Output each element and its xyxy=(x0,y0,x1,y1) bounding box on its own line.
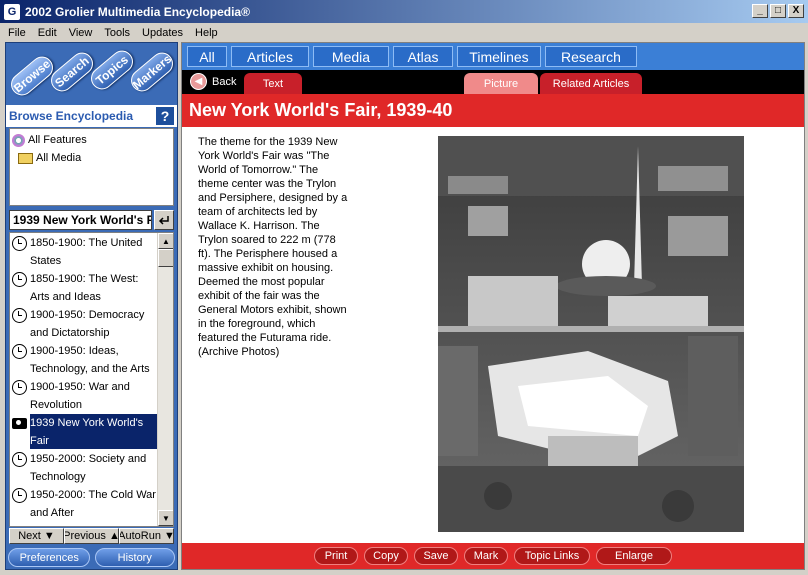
enlarge-button[interactable]: Enlarge xyxy=(596,547,672,565)
list-item-label: 1850-1900: The United States xyxy=(30,237,143,267)
nav-atlas[interactable]: Atlas xyxy=(393,46,453,67)
window-title: 2002 Grolier Multimedia Encyclopedia® xyxy=(25,4,250,19)
list-item[interactable]: 1850-1900: The West: Arts and Ideas xyxy=(10,269,158,305)
previous-button[interactable]: Previous ▲ xyxy=(64,528,119,544)
nav-research[interactable]: Research xyxy=(545,46,637,67)
list-item[interactable]: 1939 New York World's Fair xyxy=(10,413,158,449)
folder-icon xyxy=(18,152,33,164)
copy-button[interactable]: Copy xyxy=(364,547,408,565)
sidebar-bottom-buttons: Preferences History xyxy=(6,548,177,568)
clock-icon xyxy=(12,488,27,503)
list-item-label: 1900-1950: War and Revolution xyxy=(30,381,130,411)
list-item[interactable]: 1900-1950: Ideas, Technology, and the Ar… xyxy=(10,341,158,377)
back-button[interactable]: ◀ Back xyxy=(190,73,236,90)
minimize-button[interactable]: _ xyxy=(752,4,768,18)
menu-file[interactable]: File xyxy=(2,27,32,39)
menu-updates[interactable]: Updates xyxy=(136,27,189,39)
list-scrollbar[interactable]: ▲ ▼ xyxy=(157,233,173,526)
print-button[interactable]: Print xyxy=(314,547,358,565)
app-icon: G xyxy=(4,3,20,20)
feature-tree: All Features All Media xyxy=(9,128,174,206)
sidebar: Browse Search Topics Markers Browse Ency… xyxy=(5,42,178,570)
enter-icon xyxy=(158,216,169,225)
list-item[interactable]: 1850-1900: The United States xyxy=(10,233,158,269)
mark-button[interactable]: Mark xyxy=(464,547,508,565)
preferences-button[interactable]: Preferences xyxy=(8,548,91,567)
next-button[interactable]: Next ▼ xyxy=(9,528,64,544)
tree-item-all-features[interactable]: All Features xyxy=(12,131,171,149)
article-title: New York World's Fair, 1939-40 xyxy=(182,94,804,127)
scroll-thumb[interactable] xyxy=(158,249,173,267)
action-bar: Print Copy Save Mark Topic Links Enlarge xyxy=(182,543,804,569)
clock-icon xyxy=(12,344,27,359)
list-item-label: 1939 New York World's Fair xyxy=(30,414,158,449)
clock-icon xyxy=(12,380,27,395)
window-titlebar: G 2002 Grolier Multimedia Encyclopedia® … xyxy=(0,0,808,23)
nav-articles[interactable]: Articles xyxy=(231,46,309,67)
list-item[interactable]: 1900-1950: War and Revolution xyxy=(10,377,158,413)
camera-icon xyxy=(12,418,27,429)
save-button[interactable]: Save xyxy=(414,547,458,565)
nav-all[interactable]: All xyxy=(187,46,227,67)
autorun-button[interactable]: AutoRun ▼ xyxy=(119,528,174,544)
clock-icon xyxy=(12,272,27,287)
list-item-label: 1900-1950: Democracy and Dictatorship xyxy=(30,309,145,339)
browse-header-label: Browse Encyclopedia xyxy=(9,109,134,123)
list-item-label: 1950-2000: The Cold War and After xyxy=(30,489,156,519)
cd-icon xyxy=(12,133,25,147)
sidebar-nav-tabs: Browse Search Topics Markers xyxy=(6,43,178,105)
scroll-up-arrow[interactable]: ▲ xyxy=(158,233,173,249)
topic-links-button[interactable]: Topic Links xyxy=(514,547,590,565)
menu-view[interactable]: View xyxy=(63,27,99,39)
picture-caption: The theme for the 1939 New York World's … xyxy=(198,136,348,358)
list-item[interactable]: 1950-2000: Society and Technology xyxy=(10,449,158,485)
help-button[interactable]: ? xyxy=(155,106,175,126)
worlds-fair-photo xyxy=(438,136,744,532)
clock-icon xyxy=(12,308,27,323)
tab-topics[interactable]: Topics xyxy=(86,46,138,94)
back-arrow-icon: ◀ xyxy=(190,73,207,90)
tab-text[interactable]: Text xyxy=(244,73,302,94)
clock-icon xyxy=(12,452,27,467)
history-button[interactable]: History xyxy=(94,548,175,567)
list-item-label: 1950-2000: Society and Technology xyxy=(30,453,147,483)
tab-search[interactable]: Search xyxy=(46,48,98,96)
menu-bar: File Edit View Tools Updates Help xyxy=(0,23,808,42)
list-pager: Next ▼ Previous ▲ AutoRun ▼ xyxy=(9,528,174,544)
menu-help[interactable]: Help xyxy=(189,27,224,39)
main-panel: All Articles Media Atlas Timelines Resea… xyxy=(181,42,805,570)
tab-picture[interactable]: Picture xyxy=(464,73,538,94)
top-nav: All Articles Media Atlas Timelines Resea… xyxy=(182,43,804,70)
article-tabs-bar: ◀ Back Text Picture Related Articles xyxy=(182,70,804,94)
menu-edit[interactable]: Edit xyxy=(32,27,63,39)
close-button[interactable]: X xyxy=(788,4,804,18)
scroll-down-arrow[interactable]: ▼ xyxy=(158,510,173,526)
nav-timelines[interactable]: Timelines xyxy=(457,46,541,67)
browse-header: Browse Encyclopedia ? xyxy=(6,105,177,127)
list-item-label: 1850-1900: The West: Arts and Ideas xyxy=(30,273,139,303)
tree-item-all-media[interactable]: All Media xyxy=(12,149,171,167)
list-item[interactable]: 1900-1950: Democracy and Dictatorship xyxy=(10,305,158,341)
menu-tools[interactable]: Tools xyxy=(98,27,136,39)
results-list: 1850-1900: The United States 1850-1900: T… xyxy=(9,232,174,527)
list-item[interactable]: 1950-2000: The Cold War and After xyxy=(10,485,158,521)
tab-browse[interactable]: Browse xyxy=(6,52,58,100)
tab-markers[interactable]: Markers xyxy=(126,48,178,96)
clock-icon xyxy=(12,236,27,251)
search-input[interactable]: 1939 New York World's F xyxy=(9,210,152,230)
tab-related-articles[interactable]: Related Articles xyxy=(540,73,642,94)
search-row: 1939 New York World's F xyxy=(9,210,174,230)
go-button[interactable] xyxy=(154,210,174,230)
maximize-button[interactable]: □ xyxy=(770,4,786,18)
list-item-label: 1900-1950: Ideas, Technology, and the Ar… xyxy=(30,345,150,375)
nav-media[interactable]: Media xyxy=(313,46,389,67)
